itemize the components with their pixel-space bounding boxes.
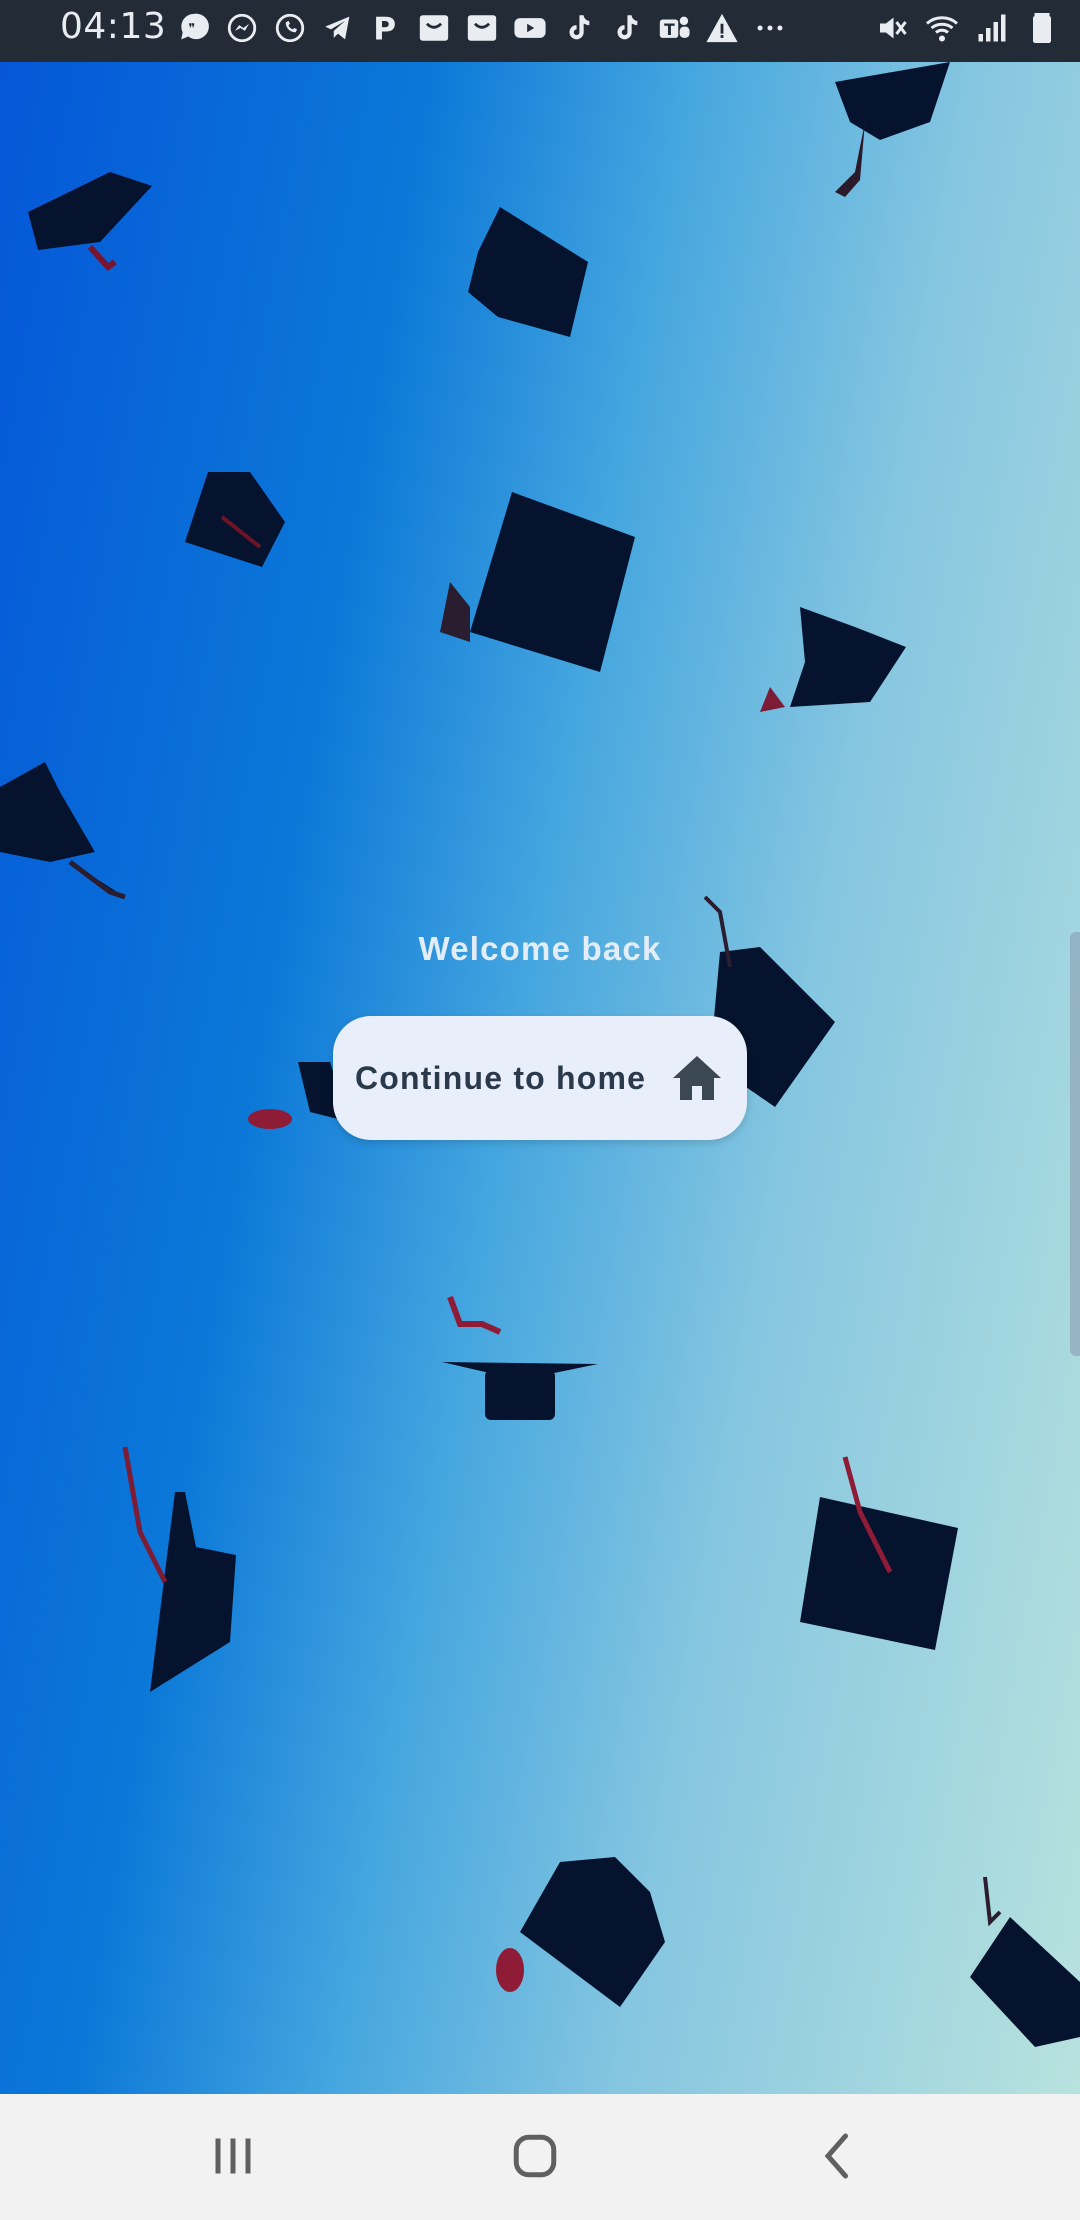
p-app-icon: P bbox=[368, 10, 404, 46]
telegram-icon bbox=[320, 10, 356, 46]
svg-text:T: T bbox=[664, 21, 675, 39]
svg-text:❞: ❞ bbox=[188, 21, 195, 36]
messenger-icon bbox=[224, 10, 260, 46]
navigation-bar bbox=[0, 2094, 1080, 2220]
home-circle-icon bbox=[513, 2134, 557, 2178]
smile-box-icon bbox=[416, 10, 452, 46]
tiktok-icon bbox=[608, 10, 644, 46]
recent-apps-icon bbox=[215, 2138, 251, 2174]
chat-bubble-icon: ❞ bbox=[176, 10, 212, 46]
battery-icon bbox=[1033, 13, 1051, 43]
home-icon bbox=[673, 1056, 721, 1100]
scroll-indicator[interactable] bbox=[1070, 932, 1080, 1356]
warning-icon bbox=[704, 10, 740, 46]
smile-box-icon bbox=[464, 10, 500, 46]
mute-icon bbox=[880, 17, 907, 39]
back-icon bbox=[824, 2133, 848, 2179]
status-time: 04:13 bbox=[60, 6, 167, 47]
system-icons bbox=[874, 10, 1060, 46]
signal-icon bbox=[978, 14, 1006, 42]
wifi-icon bbox=[926, 16, 958, 42]
back-button[interactable] bbox=[798, 2124, 878, 2188]
more-dots-icon bbox=[752, 10, 788, 46]
home-button[interactable] bbox=[495, 2124, 575, 2188]
whatsapp-icon bbox=[272, 10, 308, 46]
teams-icon: T bbox=[656, 10, 692, 46]
svg-text:P: P bbox=[373, 11, 396, 45]
continue-label: Continue to home bbox=[355, 1059, 647, 1096]
continue-to-home-button[interactable]: Continue to home bbox=[333, 1016, 747, 1140]
recent-apps-button[interactable] bbox=[193, 2124, 273, 2188]
graduation-wallpaper: Welcome back Continue to home bbox=[0, 62, 1080, 2094]
youtube-icon bbox=[512, 10, 548, 46]
welcome-heading: Welcome back bbox=[418, 930, 662, 967]
status-bar: 04:13 ❞ P T bbox=[0, 0, 1080, 62]
notification-icons: ❞ P T bbox=[176, 10, 788, 46]
tiktok-icon bbox=[560, 10, 596, 46]
